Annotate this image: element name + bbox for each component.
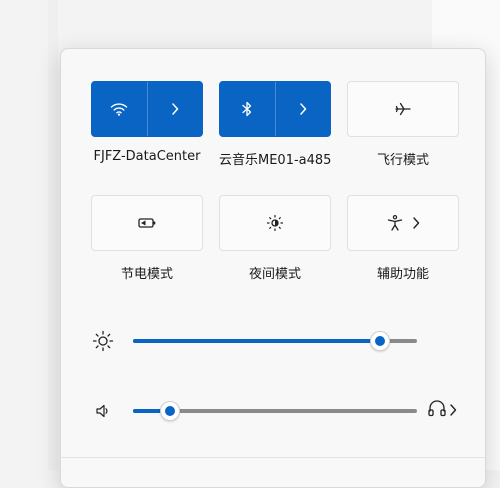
quick-settings-panel: FJFZ-DataCenter 云音乐ME01-a485 飞行模式 节电模式 夜… xyxy=(60,48,486,488)
tile-bluetooth-label: 云音乐ME01-a485 xyxy=(219,153,332,168)
volume-slider[interactable] xyxy=(133,401,417,421)
tile-wifi-label: FJFZ-DataCenter xyxy=(93,149,201,164)
wifi-toggle[interactable] xyxy=(92,82,148,136)
brightness-slider[interactable] xyxy=(133,331,417,351)
night-light-icon xyxy=(266,214,284,232)
brightness-icon xyxy=(91,329,115,353)
audio-output-button[interactable] xyxy=(427,397,457,423)
tile-battery-saver-label: 节电模式 xyxy=(120,267,173,282)
wifi-expand-button[interactable] xyxy=(148,82,203,136)
tile-airplane-label: 飞行模式 xyxy=(376,153,429,168)
tile-accessibility[interactable] xyxy=(347,195,459,251)
tile-night-light-label: 夜间模式 xyxy=(248,267,301,282)
tile-wifi[interactable] xyxy=(91,81,203,137)
background-window-edge xyxy=(48,0,58,470)
wifi-icon xyxy=(110,102,128,116)
airplane-icon xyxy=(394,100,412,118)
headphones-icon xyxy=(427,399,447,421)
bluetooth-expand-button[interactable] xyxy=(276,82,331,136)
tile-battery-saver[interactable] xyxy=(91,195,203,251)
chevron-right-icon xyxy=(449,401,457,420)
battery-saver-icon xyxy=(137,216,157,230)
tile-accessibility-label: 辅助功能 xyxy=(376,267,429,282)
accessibility-icon xyxy=(386,214,404,232)
volume-slider-thumb[interactable] xyxy=(159,401,180,421)
brightness-slider-row xyxy=(91,325,491,355)
bluetooth-toggle[interactable] xyxy=(220,82,276,136)
tile-bluetooth[interactable] xyxy=(219,81,331,137)
bluetooth-icon xyxy=(242,101,252,117)
brightness-thumb-core xyxy=(375,336,386,346)
tile-airplane-mode[interactable] xyxy=(347,81,459,137)
panel-footer-divider xyxy=(61,457,485,458)
volume-slider-row xyxy=(91,395,491,425)
chevron-right-icon xyxy=(171,103,179,115)
brightness-slider-fill xyxy=(133,339,381,343)
chevron-right-icon xyxy=(299,103,307,115)
volume-thumb-core xyxy=(164,406,175,416)
brightness-slider-thumb[interactable] xyxy=(370,331,391,351)
tile-night-light[interactable] xyxy=(219,195,331,251)
chevron-right-icon xyxy=(412,217,420,229)
speaker-icon[interactable] xyxy=(91,399,115,423)
